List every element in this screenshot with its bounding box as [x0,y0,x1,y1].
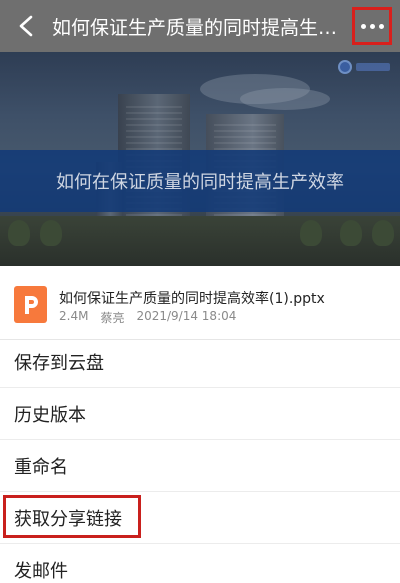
top-app-bar: 如何保证生产质量的同时提高生产效率 [0,0,400,52]
more-dots-icon [360,23,366,29]
menu-item-rename[interactable]: 重命名 [0,440,400,492]
page-title: 如何保证生产质量的同时提高生产效率 [52,16,352,39]
file-name: 如何保证生产质量的同时提高效率(1).pptx [59,291,325,307]
menu-item-label: 重命名 [14,456,68,478]
menu-item-label: 发邮件 [14,561,68,582]
menu-item-label: 历史版本 [14,404,86,426]
file-modified: 2021/9/14 18:04 [136,309,237,323]
file-owner: 蔡亮 [100,311,125,325]
back-button[interactable] [0,0,52,52]
menu-item-save-to-cloud[interactable]: 保存到云盘 [0,336,400,388]
ppt-file-icon [14,286,47,323]
action-sheet: 如何保证生产质量的同时提高效率(1).pptx 2.4M 蔡亮 2021/9/1… [0,266,400,583]
preview-banner: 如何在保证质量的同时提高生产效率 [0,150,400,212]
document-preview: 如何在保证质量的同时提高生产效率 [0,52,400,266]
menu-item-send-email[interactable]: 发邮件 [0,544,400,583]
back-arrow-icon [19,15,33,37]
highlight-box [3,495,141,538]
menu-item-label: 保存到云盘 [14,352,104,374]
university-logo [338,60,390,74]
more-options-button[interactable] [352,7,392,45]
menu-item-history-version[interactable]: 历史版本 [0,388,400,440]
file-meta: 2.4M 蔡亮 2021/9/14 18:04 [59,309,236,326]
preview-banner-text: 如何在保证质量的同时提高生产效率 [56,172,344,193]
file-size: 2.4M [59,309,89,323]
file-info: 如何保证生产质量的同时提高效率(1).pptx 2.4M 蔡亮 2021/9/1… [0,266,400,340]
